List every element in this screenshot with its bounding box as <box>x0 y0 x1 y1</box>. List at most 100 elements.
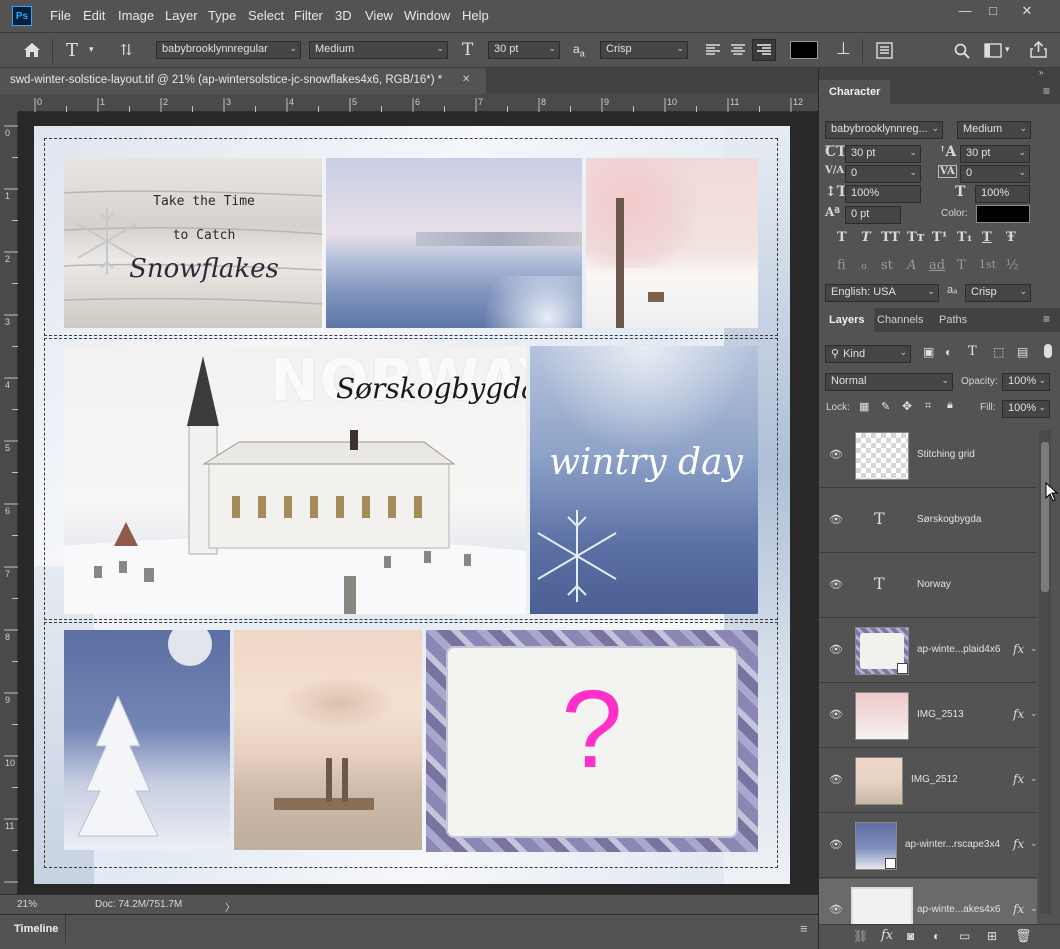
document-tab[interactable]: swd-winter-solstice-layout.tif @ 21% (ap… <box>0 68 486 94</box>
layer-row[interactable]: 👁︎ IMG_2513 fx ⌄ <box>819 684 1038 748</box>
tab-channels[interactable]: Channels <box>867 308 933 332</box>
share-icon[interactable] <box>1030 41 1047 58</box>
char-hscale-input[interactable]: 100% <box>975 185 1030 203</box>
eye-icon[interactable]: 👁︎ <box>829 708 843 722</box>
maximize-button[interactable]: □ <box>981 4 1005 20</box>
menu-window[interactable]: Window <box>404 8 450 23</box>
discretionary-ligatures-icon[interactable]: st <box>881 258 893 273</box>
fractions-icon[interactable]: ½ <box>1006 258 1019 273</box>
menu-select[interactable]: Select <box>248 8 284 23</box>
menu-layer[interactable]: Layer <box>165 8 198 23</box>
eye-icon[interactable]: 👁︎ <box>829 513 843 527</box>
faux-bold-icon[interactable]: T <box>837 230 847 245</box>
new-adjustment-icon[interactable]: ◐ <box>933 929 940 943</box>
vertical-ruler[interactable]: 0 1 2 3 4 5 6 7 8 9 10 11 <box>0 112 18 894</box>
type-tool-icon[interactable]: T <box>66 40 78 61</box>
layers-scrollbar[interactable] <box>1039 430 1051 914</box>
layer-filter-select[interactable]: ⚲ Kind ⌄ <box>825 345 911 363</box>
font-family-select[interactable]: babybrooklynnregular ⌄ <box>156 41 301 59</box>
layer-row[interactable]: 👁︎ IMG_2512 fx ⌄ <box>819 749 1038 813</box>
doc-size[interactable]: Doc: 74.2M/751.7M <box>95 899 182 910</box>
layer-row[interactable]: 👁︎ T Sørskogbygda <box>819 489 1037 553</box>
menu-edit[interactable]: Edit <box>83 8 105 23</box>
swash-icon[interactable]: A <box>907 258 916 273</box>
font-size-select[interactable]: 30 pt ⌄ <box>488 41 560 59</box>
character-panel-icon[interactable] <box>876 42 893 59</box>
menu-3d[interactable]: 3D <box>335 8 352 23</box>
lock-all-icon[interactable]: 🔒︎ <box>947 399 953 412</box>
eye-icon[interactable]: 👁︎ <box>829 448 843 462</box>
fx-icon[interactable]: fx <box>1013 642 1024 656</box>
fx-icon[interactable]: fx <box>1013 772 1024 786</box>
char-baseline-input[interactable]: 0 pt <box>845 206 901 224</box>
fx-icon[interactable]: fx <box>1013 902 1024 916</box>
eye-icon[interactable]: 👁︎ <box>829 903 843 917</box>
add-style-icon[interactable]: fx <box>881 928 893 943</box>
subscript-icon[interactable]: T₁ <box>957 230 972 245</box>
delete-layer-icon[interactable]: 🗑︎ <box>1015 928 1032 944</box>
layer-row-selected[interactable]: 👁︎ ap-winte...akes4x6 fx ⌄ <box>819 879 1038 924</box>
blend-mode-select[interactable]: Normal ⌄ <box>825 373 953 391</box>
faux-italic-icon[interactable]: T <box>861 230 871 245</box>
collapse-icon[interactable]: » <box>1039 68 1043 77</box>
stylistic-alternates-icon[interactable]: ad <box>929 258 945 273</box>
timeline-menu-icon[interactable]: ≡ <box>800 921 808 936</box>
eye-icon[interactable]: 👁︎ <box>829 643 843 657</box>
chevron-down-icon[interactable]: ⌄ <box>1030 708 1038 719</box>
new-group-icon[interactable]: ▭ <box>959 929 970 943</box>
fx-icon[interactable]: fx <box>1013 707 1024 721</box>
warp-text-icon[interactable]: ⊥ <box>836 39 851 59</box>
layer-row[interactable]: 👁︎ Stitching grid <box>819 424 1037 488</box>
new-layer-icon[interactable]: ⊞ <box>987 929 997 943</box>
font-style-select[interactable]: Medium ⌄ <box>309 41 448 59</box>
filter-shape-icon[interactable]: ⬚ <box>993 345 1004 359</box>
old-style-icon[interactable]: ℴ <box>861 258 867 273</box>
minimize-button[interactable]: — <box>953 4 977 20</box>
menu-type[interactable]: Type <box>208 8 236 23</box>
chevron-down-icon[interactable]: ⌄ <box>1030 643 1038 654</box>
filter-toggle[interactable] <box>1044 344 1052 358</box>
char-font-family-select[interactable]: babybrooklynnreg... ⌄ <box>825 121 943 139</box>
ligatures-icon[interactable]: fi <box>837 258 846 273</box>
char-font-style-select[interactable]: Medium ⌄ <box>957 121 1031 139</box>
close-tab-icon[interactable]: ✕ <box>462 74 470 85</box>
fill-input[interactable]: 100% ⌄ <box>1002 400 1050 418</box>
menu-help[interactable]: Help <box>462 8 489 23</box>
layer-row[interactable]: 👁︎ ap-winte...plaid4x6 fx ⌄ <box>819 619 1038 683</box>
filter-adjustment-icon[interactable]: ◐ <box>945 345 952 359</box>
scrollbar-thumb[interactable] <box>1041 442 1049 592</box>
zoom-level[interactable]: 21% <box>17 899 37 910</box>
eye-icon[interactable]: 👁︎ <box>829 838 843 852</box>
underline-icon[interactable]: T <box>982 230 992 245</box>
search-icon[interactable] <box>954 43 970 59</box>
chevron-down-icon[interactable]: ▾ <box>1005 44 1010 55</box>
add-mask-icon[interactable]: ◙ <box>907 929 914 943</box>
align-left-icon[interactable] <box>706 44 720 56</box>
menu-file[interactable]: File <box>50 8 71 23</box>
home-icon[interactable] <box>23 42 41 58</box>
chevron-down-icon[interactable]: ▾ <box>89 44 94 55</box>
layer-row[interactable]: 👁︎ ap-winter...rscape3x4 fx ⌄ <box>819 814 1038 878</box>
ruler-origin[interactable] <box>0 94 18 112</box>
panel-menu-icon[interactable]: ≡ <box>1043 312 1050 326</box>
menu-view[interactable]: View <box>365 8 393 23</box>
lock-transparent-icon[interactable]: ▦ <box>859 400 869 413</box>
all-caps-icon[interactable]: TT <box>881 230 900 245</box>
superscript-icon[interactable]: T¹ <box>932 230 947 245</box>
language-select[interactable]: English: USA ⌄ <box>825 284 939 302</box>
chevron-down-icon[interactable]: ⌄ <box>1030 903 1038 914</box>
chevron-down-icon[interactable]: ⌄ <box>1030 838 1038 849</box>
char-leading-select[interactable]: 30 pt ⌄ <box>960 145 1030 163</box>
status-arrow[interactable]: 〉 <box>225 899 235 914</box>
antialias-select[interactable]: Crisp ⌄ <box>600 41 688 59</box>
artboard[interactable]: Take the Time to Catch Snowflakes NORWAY… <box>34 126 790 884</box>
layer-row[interactable]: 👁︎ T Norway <box>819 554 1037 618</box>
filter-smart-object-icon[interactable]: ▤ <box>1017 345 1028 359</box>
close-window-button[interactable]: ✕ <box>1015 4 1039 20</box>
eye-icon[interactable]: 👁︎ <box>829 773 843 787</box>
workspace-icon[interactable] <box>984 43 1002 58</box>
char-tracking-select[interactable]: 0 ⌄ <box>960 165 1030 183</box>
strikethrough-icon[interactable]: Ŧ <box>1006 230 1016 245</box>
align-right-button[interactable] <box>752 39 776 61</box>
ordinals-icon[interactable]: 1st <box>979 258 996 271</box>
